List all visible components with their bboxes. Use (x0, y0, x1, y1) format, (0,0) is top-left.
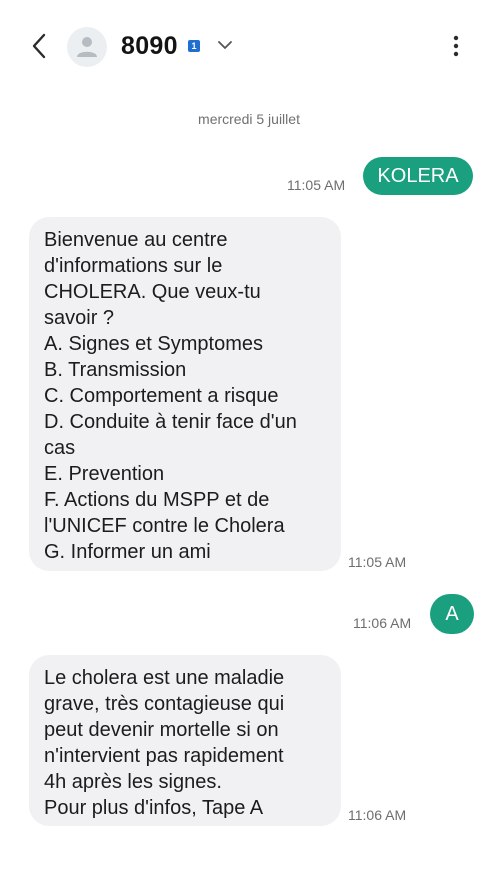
contact-avatar[interactable] (67, 27, 107, 67)
contact-name[interactable]: 8090 (121, 30, 178, 62)
chevron-down-icon[interactable] (216, 38, 234, 52)
more-options-icon[interactable] (444, 32, 468, 60)
conversation-header: 8090 1 (0, 0, 498, 92)
message-time: 11:05 AM (287, 177, 346, 193)
sim-badge: 1 (188, 40, 200, 52)
date-separator: mercredi 5 juillet (198, 111, 300, 127)
message-time: 11:05 AM (348, 554, 407, 570)
incoming-message-bubble[interactable]: Bienvenue au centre d'informations sur l… (29, 217, 341, 571)
outgoing-message-bubble[interactable]: KOLERA (363, 157, 473, 195)
incoming-message-bubble[interactable]: Le cholera est une maladie grave, très c… (29, 655, 341, 826)
message-time: 11:06 AM (353, 615, 412, 631)
outgoing-message-bubble[interactable]: A (430, 594, 474, 634)
back-arrow-icon[interactable] (24, 30, 54, 62)
person-avatar-icon (77, 37, 97, 57)
message-time: 11:06 AM (348, 807, 407, 823)
